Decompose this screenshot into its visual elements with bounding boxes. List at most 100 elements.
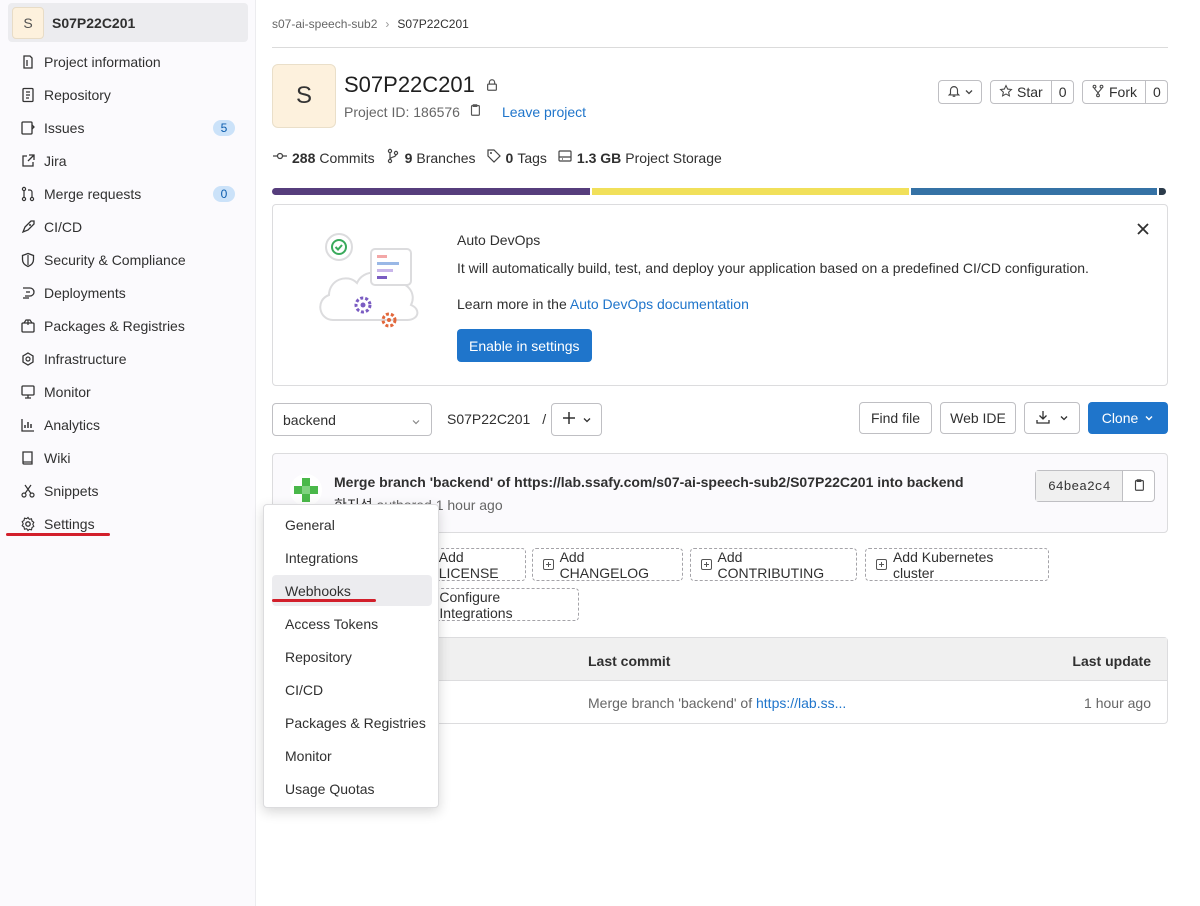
commit-author-avatar[interactable] [290, 474, 322, 506]
download-icon [1035, 409, 1051, 428]
storage-stat[interactable]: 1.3 GB Project Storage [557, 148, 722, 167]
auto-devops-banner: Auto DevOps It will automatically build,… [272, 204, 1168, 386]
commits-count: 288 [292, 149, 316, 166]
add-kubernetes-cluster-button[interactable]: Add Kubernetes cluster [865, 548, 1049, 581]
star-count[interactable]: 0 [1050, 81, 1074, 103]
close-icon[interactable] [1135, 221, 1151, 237]
sidebar-item-merge-requests[interactable]: Merge requests 0 [0, 177, 256, 210]
branch-icon [385, 148, 401, 167]
sidebar: S S07P22C201 Project information Reposit… [0, 0, 256, 906]
tags-count: 0 [505, 149, 514, 166]
settings-menu-usage-quotas[interactable]: Usage Quotas [272, 773, 432, 804]
repository-path-root[interactable]: S07P22C201 [447, 411, 530, 427]
branches-label: Branches [416, 149, 476, 166]
sidebar-item-label: Snippets [44, 482, 99, 499]
column-last-commit: Last commit [588, 653, 671, 669]
sidebar-item-label: Issues [44, 119, 85, 136]
settings-menu-packages-registries[interactable]: Packages & Registries [272, 707, 432, 738]
plus-square-icon [701, 559, 712, 570]
settings-menu-ci-cd[interactable]: CI/CD [272, 674, 432, 705]
fork-icon [1091, 84, 1105, 101]
language-bar-segment[interactable] [1159, 188, 1166, 195]
copy-icon[interactable] [468, 103, 482, 120]
storage-size: 1.3 GB [576, 149, 622, 166]
repository-path: S07P22C201 / [447, 411, 546, 427]
tag-icon [486, 148, 502, 167]
book-icon [20, 450, 36, 466]
sidebar-item-jira[interactable]: Jira [0, 144, 256, 177]
breadcrumb-project[interactable]: S07P22C201 [397, 17, 468, 31]
devops-description: It will automatically build, test, and d… [457, 260, 1089, 276]
sidebar-item-snippets[interactable]: Snippets [0, 474, 256, 507]
sidebar-item-repository[interactable]: Repository [0, 78, 256, 111]
sidebar-item-issues[interactable]: Issues 5 [0, 111, 256, 144]
lock-icon [485, 72, 499, 98]
settings-menu-repository[interactable]: Repository [272, 641, 432, 672]
plus-square-icon [876, 559, 887, 570]
download-button[interactable] [1024, 402, 1080, 434]
add-license-label: Add LICENSE [438, 548, 499, 581]
language-bar-segment[interactable] [911, 188, 1157, 195]
branches-count: 9 [404, 149, 413, 166]
chevron-down-icon [964, 84, 974, 100]
project-title: S07P22C201 [344, 72, 475, 97]
repository-language-bar[interactable] [272, 188, 1168, 195]
sidebar-item-label: Settings [44, 515, 95, 532]
sidebar-item-label: Security & Compliance [44, 251, 186, 268]
chevron-down-icon [411, 414, 421, 430]
settings-menu-general[interactable]: General [272, 509, 432, 540]
storage-label: Project Storage [625, 149, 722, 166]
rocket-icon [20, 219, 36, 235]
notification-button[interactable] [938, 80, 982, 104]
add-changelog-button[interactable]: Add CHANGELOG [532, 548, 683, 581]
branches-stat[interactable]: 9 Branches [385, 148, 476, 167]
sidebar-item-analytics[interactable]: Analytics [0, 408, 256, 441]
row-commit-link[interactable]: https://lab.ss... [756, 695, 846, 711]
sidebar-item-ci-cd[interactable]: CI/CD [0, 210, 256, 243]
settings-menu-access-tokens[interactable]: Access Tokens [272, 608, 432, 639]
sidebar-item-label: Repository [44, 86, 111, 103]
web-ide-button[interactable]: Web IDE [940, 402, 1016, 434]
copy-sha-button[interactable] [1123, 471, 1154, 501]
commit-message[interactable]: Merge branch 'backend' of https://lab.ss… [334, 474, 964, 490]
fork-button[interactable]: Fork 0 [1082, 80, 1168, 104]
add-contributing-button[interactable]: Add CONTRIBUTING [690, 548, 857, 581]
language-bar-segment[interactable] [272, 188, 590, 195]
branch-selector[interactable]: backend [272, 403, 432, 436]
sidebar-item-project-information[interactable]: Project information [0, 45, 256, 78]
settings-menu-monitor[interactable]: Monitor [272, 740, 432, 771]
find-file-button[interactable]: Find file [859, 402, 932, 434]
add-to-tree-button[interactable] [551, 403, 602, 436]
package-icon [20, 318, 36, 334]
breadcrumb-group[interactable]: s07-ai-speech-sub2 [272, 17, 377, 31]
issues-count-badge: 5 [213, 120, 235, 136]
devops-title: Auto DevOps [457, 232, 541, 248]
star-button[interactable]: Star 0 [990, 80, 1074, 104]
commits-stat[interactable]: 288 Commits [272, 148, 375, 167]
monitor-icon [20, 384, 36, 400]
breadcrumb-divider [272, 47, 1168, 48]
sidebar-project-header[interactable]: S S07P22C201 [8, 3, 248, 42]
sidebar-item-wiki[interactable]: Wiki [0, 441, 256, 474]
sidebar-item-label: Monitor [44, 383, 91, 400]
settings-menu-integrations[interactable]: Integrations [272, 542, 432, 573]
enable-in-settings-button[interactable]: Enable in settings [457, 329, 592, 362]
tags-stat[interactable]: 0 Tags [486, 148, 547, 167]
tags-label: Tags [517, 149, 547, 166]
leave-project-link[interactable]: Leave project [502, 104, 586, 120]
sidebar-item-packages-registries[interactable]: Packages & Registries [0, 309, 256, 342]
sidebar-item-security-compliance[interactable]: Security & Compliance [0, 243, 256, 276]
commit-icon [272, 148, 288, 167]
webhooks-highlight-underline [272, 599, 376, 602]
sidebar-item-monitor[interactable]: Monitor [0, 375, 256, 408]
clone-button[interactable]: Clone [1088, 402, 1168, 434]
language-bar-segment[interactable] [592, 188, 909, 195]
sidebar-project-name: S07P22C201 [52, 14, 136, 31]
sidebar-item-deployments[interactable]: Deployments [0, 276, 256, 309]
sidebar-item-infrastructure[interactable]: Infrastructure [0, 342, 256, 375]
chevron-down-icon [582, 412, 592, 428]
bell-icon [947, 84, 961, 101]
commit-sha[interactable]: 64bea2c4 [1036, 471, 1124, 501]
fork-count[interactable]: 0 [1145, 81, 1168, 103]
devops-documentation-link[interactable]: Auto DevOps documentation [570, 296, 749, 312]
